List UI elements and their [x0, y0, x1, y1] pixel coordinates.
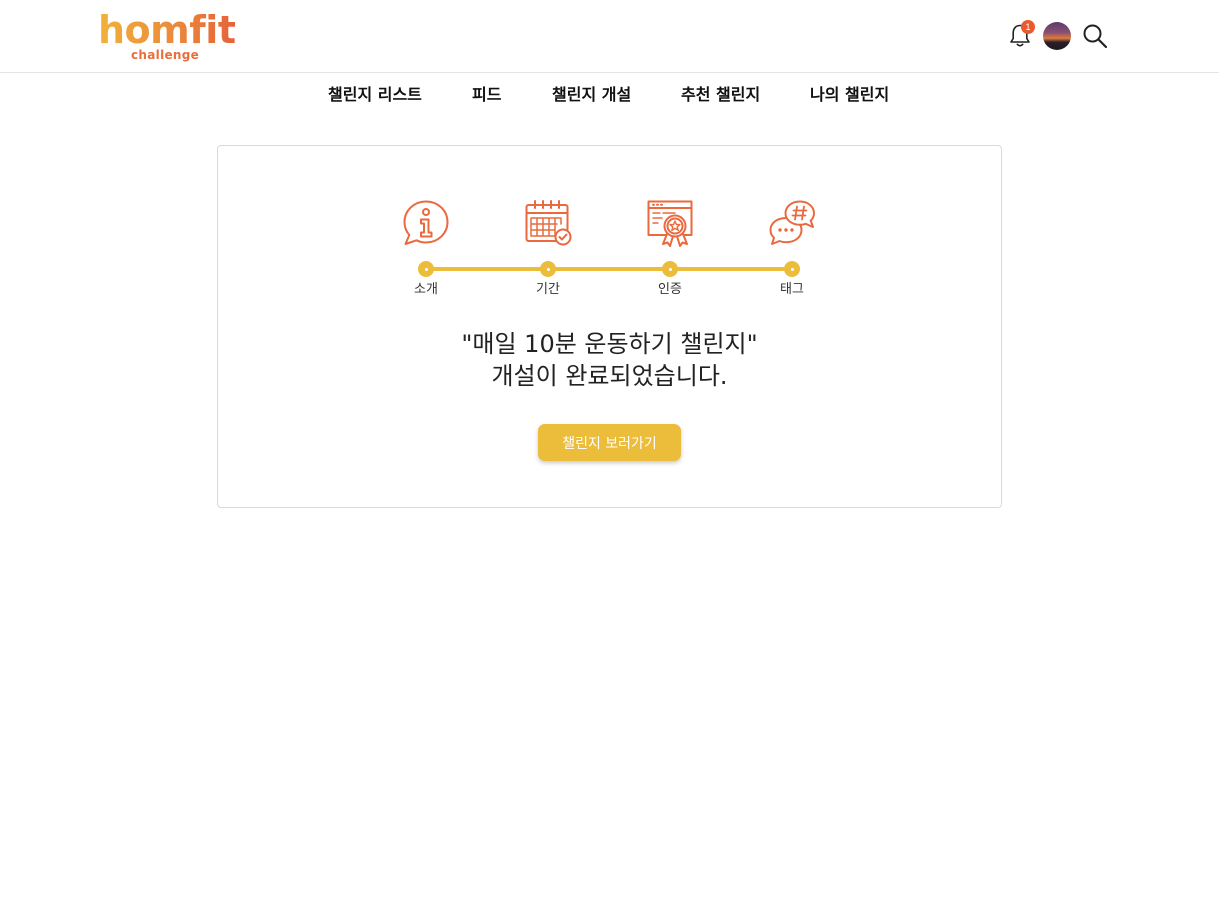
search-icon[interactable] — [1081, 21, 1109, 51]
user-avatar[interactable] — [1043, 22, 1071, 50]
nav-create-challenge[interactable]: 챌린지 개설 — [552, 84, 631, 106]
completion-message: 개설이 완료되었습니다. — [491, 362, 728, 390]
certificate-badge-icon — [646, 199, 694, 247]
top-header: homfit challenge 1 — [0, 0, 1219, 73]
step-label-tag: 태그 — [780, 282, 804, 297]
step-label-verification: 인증 — [658, 282, 682, 297]
step-dot-verification — [662, 261, 678, 277]
homfit-logo[interactable]: homfit challenge — [98, 8, 236, 64]
step-dot-period — [540, 261, 556, 277]
step-label-intro: 소개 — [414, 282, 438, 297]
step-dot-intro — [418, 261, 434, 277]
step-label-period: 기간 — [536, 282, 560, 297]
notification-bell-icon[interactable]: 1 — [1007, 20, 1035, 51]
challenge-title-message: "매일 10분 운동하기 챌린지" — [461, 330, 758, 358]
notification-count-badge: 1 — [1021, 20, 1035, 34]
nav-my-challenges[interactable]: 나의 챌린지 — [810, 84, 889, 106]
progress-line — [426, 267, 792, 271]
view-challenge-button[interactable]: 챌린지 보러가기 — [538, 424, 681, 461]
step-dot-tag — [784, 261, 800, 277]
calendar-check-icon — [524, 199, 572, 247]
header-actions: 1 — [1007, 18, 1109, 54]
nav-feed[interactable]: 피드 — [472, 84, 501, 106]
logo-subtitle: challenge — [131, 48, 200, 62]
logo-wordmark: homfit — [98, 8, 236, 52]
info-chat-icon — [402, 199, 450, 247]
nav-challenge-list[interactable]: 챌린지 리스트 — [328, 84, 422, 106]
hashtag-chat-icon — [768, 199, 816, 247]
main-nav: 챌린지 리스트 피드 챌린지 개설 추천 챌린지 나의 챌린지 — [0, 84, 1219, 106]
nav-recommended-challenges[interactable]: 추천 챌린지 — [681, 84, 760, 106]
